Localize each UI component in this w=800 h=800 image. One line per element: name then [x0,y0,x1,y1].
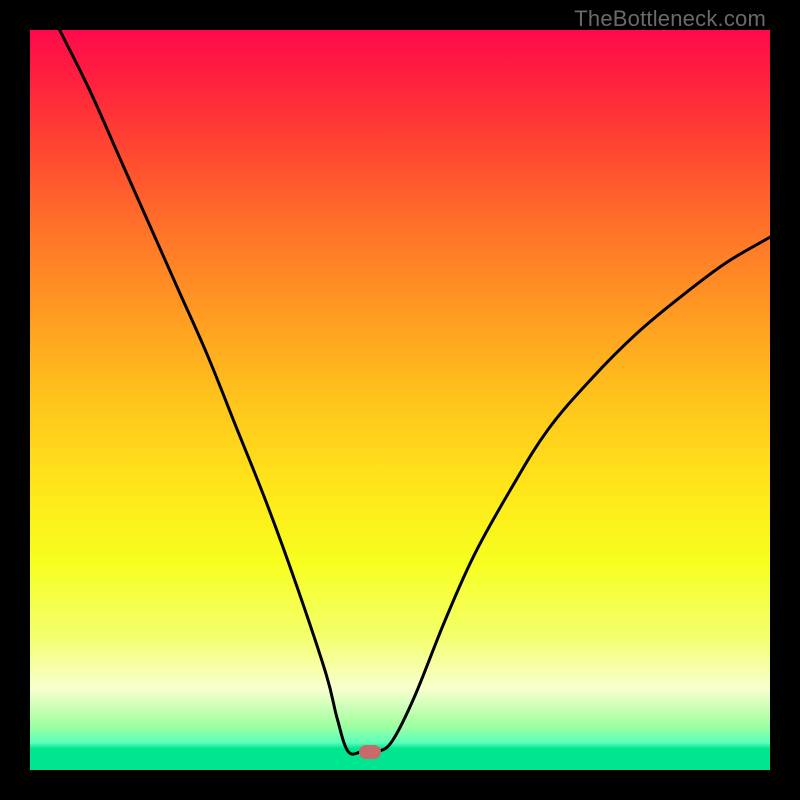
plot-area [30,30,770,770]
bottleneck-curve [30,30,770,770]
watermark-text: TheBottleneck.com [574,6,766,32]
optimum-marker [359,745,381,759]
chart-frame: TheBottleneck.com [0,0,800,800]
